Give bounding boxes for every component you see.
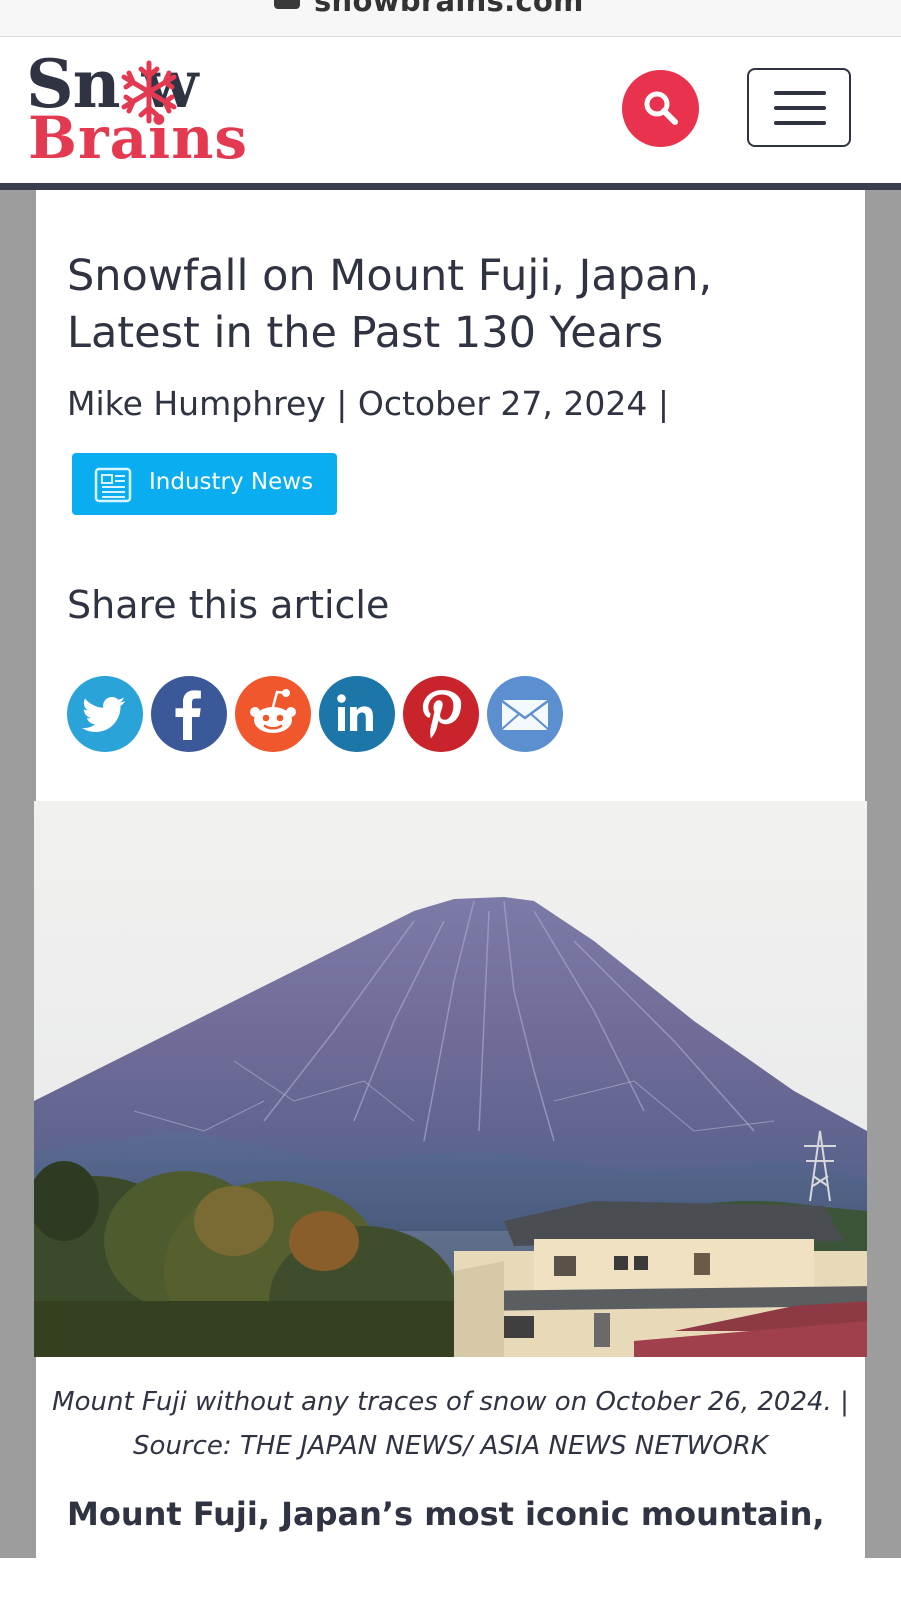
facebook-icon [151, 676, 227, 752]
hamburger-icon [774, 121, 826, 125]
snowbrains-logo[interactable]: Sn w Brains [26, 51, 316, 169]
pinterest-icon [403, 676, 479, 752]
reddit-share-button[interactable] [235, 676, 311, 752]
search-icon [644, 91, 678, 125]
article-lead-text: Mount Fuji, Japan’s most iconic mountain… [67, 1495, 825, 1533]
category-label: Industry News [149, 469, 314, 495]
search-button[interactable] [622, 70, 699, 147]
site-header: Sn w Brains [0, 37, 901, 183]
twitter-share-button[interactable] [67, 676, 143, 752]
linkedin-icon [319, 676, 395, 752]
menu-button[interactable] [747, 68, 851, 147]
facebook-share-button[interactable] [151, 676, 227, 752]
article-title: Snowfall on Mount Fuji, Japan, Latest in… [67, 251, 713, 358]
reddit-icon [235, 676, 311, 752]
bottom-bar [0, 1558, 901, 1600]
newspaper-icon [94, 467, 132, 503]
email-icon [487, 676, 563, 752]
mount-fuji-photo [34, 801, 867, 1357]
logo-wordmark-bottom: Brains [28, 104, 249, 172]
category-tag[interactable]: Industry News [72, 453, 337, 515]
hamburger-icon [774, 106, 826, 110]
email-share-button[interactable] [487, 676, 563, 752]
linkedin-share-button[interactable] [319, 676, 395, 752]
browser-url-bar[interactable]: snowbrains.com [0, 0, 901, 37]
article-byline: Mike Humphrey | October 27, 2024 | [67, 384, 669, 423]
url-text[interactable]: snowbrains.com [314, 0, 584, 18]
pinterest-share-button[interactable] [403, 676, 479, 752]
share-heading: Share this article [67, 583, 390, 627]
article-hero-image[interactable] [34, 801, 867, 1357]
image-caption: Mount Fuji without any traces of snow on… [52, 1387, 849, 1461]
hamburger-icon [774, 91, 826, 95]
header-divider [0, 183, 901, 190]
lock-icon [274, 0, 300, 9]
twitter-icon [67, 676, 143, 752]
